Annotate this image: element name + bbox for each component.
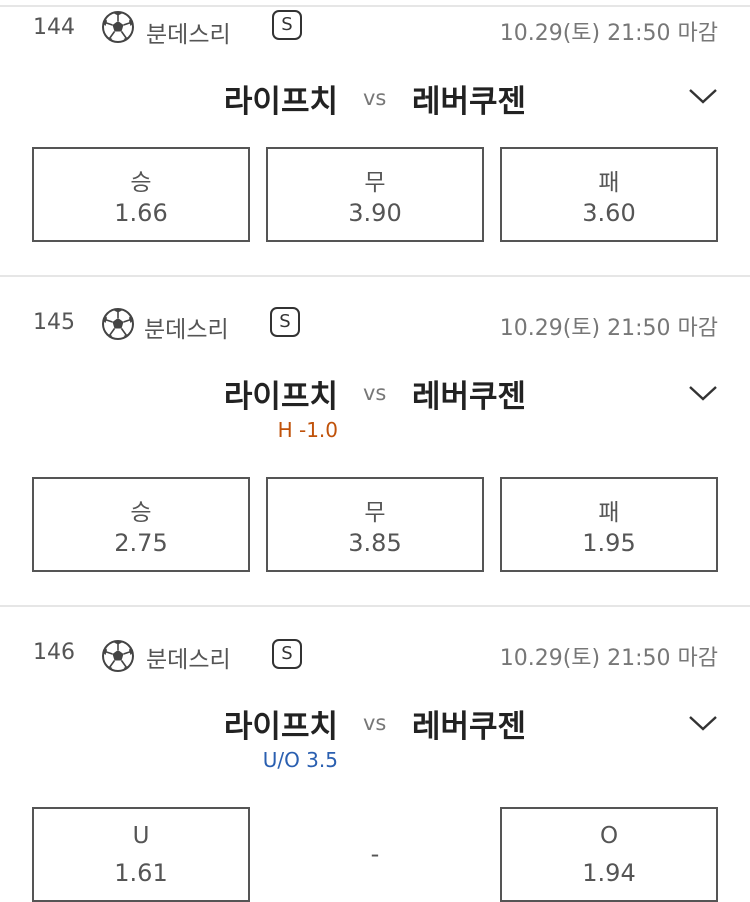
- over-under-label: U/O 3.5: [262, 748, 338, 772]
- match-number: 144: [33, 15, 75, 40]
- odds-label: 패: [598, 500, 620, 526]
- odds-button-lose[interactable]: 패 3.60: [500, 147, 718, 242]
- odds-label: 무: [364, 500, 386, 526]
- handicap-label: H -1.0: [277, 418, 338, 442]
- odds-label: 승: [130, 500, 152, 526]
- deadline-text: 10.29(토) 21:50 마감: [499, 316, 718, 341]
- vs-label: vs: [363, 86, 387, 110]
- home-team: 라이프치: [223, 379, 338, 415]
- odds-label: U: [132, 823, 150, 849]
- chevron-down-icon[interactable]: [688, 86, 718, 106]
- odds-value: 1.61: [114, 859, 168, 887]
- chevron-down-icon[interactable]: [688, 713, 718, 733]
- deadline-text: 10.29(토) 21:50 마감: [499, 646, 718, 671]
- soccer-ball-icon: [102, 11, 134, 43]
- odds-button-draw[interactable]: 무 3.85: [266, 477, 484, 572]
- top-divider: [0, 5, 750, 7]
- league-name: 분데스리: [146, 647, 231, 673]
- match-card: 145 분데스리 S 10.29(토) 21:50 마감 라이프치 vs 레버쿠…: [0, 307, 750, 605]
- special-badge: S: [270, 307, 300, 337]
- match-header: 145 분데스리 S 10.29(토) 21:50 마감: [0, 307, 750, 347]
- odds-button-draw[interactable]: 무 3.90: [266, 147, 484, 242]
- odds-value: 1.95: [582, 529, 636, 557]
- odds-value: 3.90: [348, 199, 402, 227]
- odds-value: 3.60: [582, 199, 636, 227]
- odds-value: 1.94: [582, 859, 636, 887]
- match-header: 146 분데스리 S 10.29(토) 21:50 마감: [0, 637, 750, 677]
- match-card: 146 분데스리 S 10.29(토) 21:50 마감 라이프치 vs 레버쿠…: [0, 637, 750, 902]
- odds-button-lose[interactable]: 패 1.95: [500, 477, 718, 572]
- vs-label: vs: [363, 381, 387, 405]
- away-team: 레버쿠젠: [412, 84, 527, 120]
- special-badge: S: [272, 10, 302, 40]
- odds-value: 3.85: [348, 529, 402, 557]
- deadline-text: 10.29(토) 21:50 마감: [499, 21, 718, 46]
- vs-label: vs: [363, 711, 387, 735]
- home-team: 라이프치: [223, 84, 338, 120]
- home-team: 라이프치: [223, 709, 338, 745]
- odds-value: 1.66: [114, 199, 168, 227]
- soccer-ball-icon: [102, 640, 134, 672]
- special-badge: S: [272, 639, 302, 669]
- odds-label: 무: [364, 170, 386, 196]
- section-divider: [0, 275, 750, 277]
- odds-label: 패: [598, 170, 620, 196]
- away-team: 레버쿠젠: [412, 709, 527, 745]
- odds-label: O: [599, 823, 619, 849]
- match-number: 145: [33, 310, 75, 335]
- section-divider: [0, 605, 750, 607]
- match-header: 144 분데스리 S 10.29(토) 21:50 마감: [0, 10, 750, 50]
- odds-button-under[interactable]: U 1.61: [32, 807, 250, 902]
- match-card: 144 분데스리 S 10.29(토) 21:50 마감 라이프치 vs 레버쿠…: [0, 10, 750, 276]
- soccer-ball-icon: [102, 308, 134, 340]
- odds-value: 2.75: [114, 529, 168, 557]
- chevron-down-icon[interactable]: [688, 383, 718, 403]
- odds-button-win[interactable]: 승 1.66: [32, 147, 250, 242]
- odds-button-win[interactable]: 승 2.75: [32, 477, 250, 572]
- match-number: 146: [33, 640, 75, 665]
- league-name: 분데스리: [144, 317, 229, 343]
- unavailable-placeholder: -: [370, 840, 380, 868]
- odds-label: 승: [130, 170, 152, 196]
- odds-button-over[interactable]: O 1.94: [500, 807, 718, 902]
- league-name: 분데스리: [146, 22, 231, 48]
- away-team: 레버쿠젠: [412, 379, 527, 415]
